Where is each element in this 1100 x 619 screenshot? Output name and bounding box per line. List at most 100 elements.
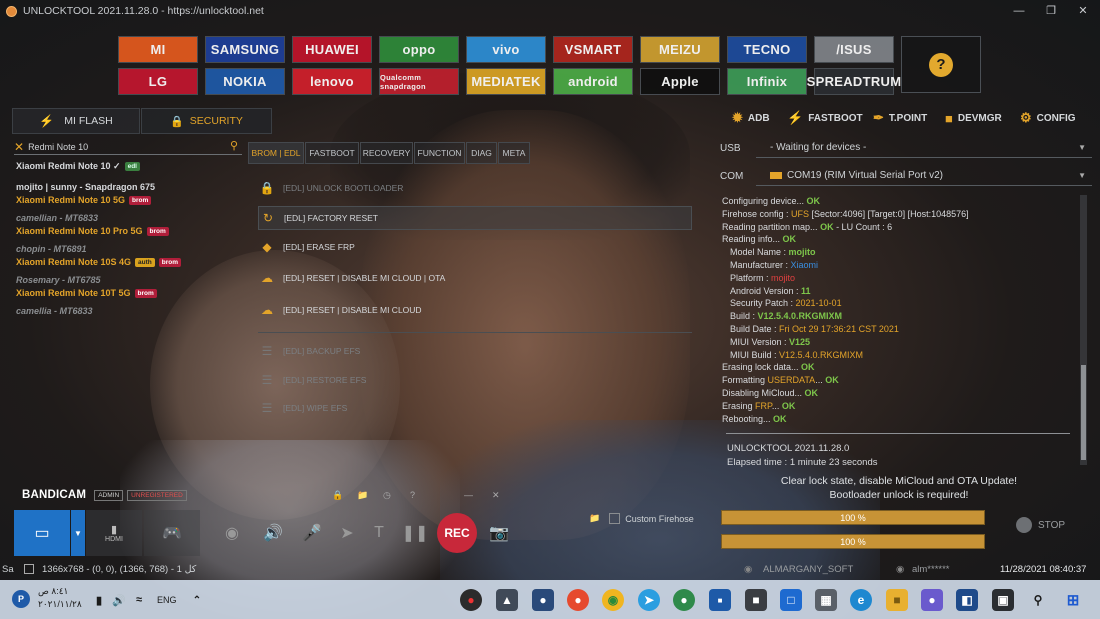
webcam-button[interactable]: ◉ [219, 510, 245, 556]
widgets-icon[interactable]: ◧ [956, 589, 978, 611]
tab-fastboot[interactable]: FASTBOOT [305, 142, 359, 164]
telegram-icon[interactable]: ➤ [638, 589, 660, 611]
chrome-icon[interactable]: ◉ [602, 589, 624, 611]
task-icon-5[interactable]: ■ [709, 589, 731, 611]
clear-icon[interactable]: ✕ [14, 140, 24, 154]
brand-button[interactable]: oppo [379, 36, 459, 63]
tool-config-button[interactable]: ⚙ CONFIG [1020, 108, 1076, 128]
device-name[interactable]: Rosemary - MT6785 [16, 275, 101, 285]
brand-button[interactable]: lenovo [292, 68, 372, 95]
maximize-button[interactable]: ❐ [1044, 4, 1058, 18]
lock-icon[interactable]: 🔒 [332, 490, 343, 501]
device-model[interactable]: Xiaomi Redmi Note 10S 4G auth brom [16, 257, 182, 268]
scroll-thumb[interactable] [1081, 365, 1086, 460]
task-icon-3[interactable]: ● [567, 589, 589, 611]
mode-dropdown[interactable]: ▼ [71, 510, 85, 556]
task-icon-1[interactable]: ▲ [496, 589, 518, 611]
function-button[interactable]: ☰ [EDL] RESTORE EFS [258, 368, 692, 392]
minimize-button[interactable]: — [1012, 4, 1026, 18]
function-button[interactable]: ☁ [EDL] RESET | DISABLE MI CLOUD [258, 298, 692, 322]
cursor-button[interactable]: ➤ [334, 510, 360, 556]
brand-button[interactable]: SPREADTRUM [807, 68, 901, 95]
rec-button[interactable]: REC [434, 510, 480, 556]
search-icon[interactable]: ⚲ [230, 139, 238, 152]
brand-button[interactable]: vivo [466, 36, 546, 63]
start-icon[interactable]: ⊞ [1062, 589, 1084, 611]
calculator-icon[interactable]: ▦ [815, 589, 837, 611]
brand-button[interactable]: MI [118, 36, 198, 63]
brand-button[interactable]: VSMART [553, 36, 633, 63]
function-button[interactable]: ☰ [EDL] BACKUP EFS [258, 339, 692, 363]
device-name[interactable]: mojito | sunny - Snapdragon 675 [16, 182, 155, 192]
file-explorer-icon[interactable]: ■ [886, 589, 908, 611]
folder-icon[interactable]: 📁 [357, 490, 368, 501]
screenshot-button[interactable]: 📷 [486, 510, 512, 556]
brand-button[interactable]: LG [118, 68, 198, 95]
volume-icon[interactable]: 🔊 [108, 589, 130, 611]
tool-adb-button[interactable]: ✹ ADB [732, 108, 770, 128]
stop-button[interactable]: STOP [1016, 517, 1065, 533]
tray-clock[interactable]: ٨:٤١ ص ٢٠٢١/١١/٢٨ [38, 585, 82, 611]
task-icon-4[interactable]: ● [673, 589, 695, 611]
speaker-button[interactable]: 🔊 [260, 510, 286, 556]
text-button[interactable]: T [366, 510, 392, 556]
tool-t-point-button[interactable]: ✒ T.POINT [873, 108, 927, 128]
teams-icon[interactable]: ● [921, 589, 943, 611]
device-search-input[interactable]: ✕ Redmi Note 10 ⚲ [14, 139, 242, 155]
task-icon-6[interactable]: ■ [745, 589, 767, 611]
help-icon[interactable]: ? [410, 490, 415, 500]
language-indicator[interactable]: ENG [157, 595, 177, 605]
device-name[interactable]: chopin - MT6891 [16, 244, 87, 254]
close-icon[interactable]: ✕ [492, 490, 500, 501]
brand-button[interactable]: /ISUS [814, 36, 894, 63]
close-button[interactable]: ✕ [1076, 4, 1090, 18]
usb-select[interactable]: - Waiting for devices - ▼ [756, 138, 1092, 158]
function-button[interactable]: ↻ [EDL] FACTORY RESET [258, 206, 692, 230]
function-button[interactable]: ☰ [EDL] WIPE EFS [258, 396, 692, 420]
tab-function[interactable]: FUNCTION [414, 142, 465, 164]
pause-button[interactable]: ❚❚ [402, 510, 429, 556]
brand-button[interactable]: android [553, 68, 633, 95]
chevron-up-icon[interactable]: ⌃ [186, 589, 208, 611]
tool-devmgr-button[interactable]: ■ DEVMGR [945, 108, 1002, 128]
edge-icon[interactable]: e [850, 589, 872, 611]
brand-button[interactable]: Apple [640, 68, 720, 95]
tool-fastboot-button[interactable]: ⚡ FASTBOOT [787, 108, 863, 128]
task-view-icon[interactable]: ▣ [992, 589, 1014, 611]
screen-mode-button[interactable]: ▭ [14, 510, 70, 556]
custom-firehose-checkbox[interactable] [609, 513, 621, 524]
tab-security[interactable]: 🔒 SECURITY [141, 108, 272, 134]
clock-icon[interactable]: ◷ [383, 490, 391, 501]
function-button[interactable]: ☁ [EDL] RESET | DISABLE MI CLOUD | OTA [258, 266, 692, 290]
mic-button[interactable]: 🎤 [299, 510, 325, 556]
folder-icon[interactable]: 📁 [589, 513, 600, 524]
task-icon-7[interactable]: □ [780, 589, 802, 611]
brand-button[interactable]: Qualcomm snapdragon [379, 68, 459, 95]
battery-icon[interactable]: ▮ [88, 589, 110, 611]
tab-diag[interactable]: DIAG [466, 142, 497, 164]
device-model[interactable]: Xiaomi Redmi Note 10 5G brom [16, 195, 152, 206]
device-model[interactable]: Xiaomi Redmi Note 10T 5G brom [16, 288, 157, 299]
brand-button[interactable]: MEIZU [640, 36, 720, 63]
function-button[interactable]: ◆ [EDL] ERASE FRP [258, 235, 692, 259]
tray-app-icon[interactable]: P [12, 590, 30, 608]
brand-button[interactable]: TECNO [727, 36, 807, 63]
brand-button[interactable]: NOKIA [205, 68, 285, 95]
hdmi-mode-button[interactable]: ▮ HDMI [86, 510, 142, 556]
search-icon[interactable]: ⚲ [1027, 589, 1049, 611]
brand-button[interactable]: Infinix [727, 68, 807, 95]
com-select[interactable]: COM19 (RIM Virtual Serial Port v2) ▼ [756, 166, 1092, 186]
device-model[interactable]: Xiaomi Redmi Note 10 Pro 5G brom [16, 226, 169, 237]
task-icon-2[interactable]: ● [532, 589, 554, 611]
brand-button[interactable]: HUAWEI [292, 36, 372, 63]
device-name[interactable]: camellian - MT6833 [16, 213, 98, 223]
bandicam-task-icon[interactable]: ● [460, 589, 482, 611]
tab-mi-flash[interactable]: ⚡ MI FLASH [12, 108, 140, 134]
tab-recovery[interactable]: RECOVERY [360, 142, 413, 164]
device-name[interactable]: camellia - MT6833 [16, 306, 93, 316]
minimize-icon[interactable]: — [464, 490, 473, 500]
log-scrollbar[interactable] [1080, 195, 1087, 465]
tab-meta[interactable]: META [498, 142, 530, 164]
device-name[interactable]: Xiaomi Redmi Note 10 ✓ edl [16, 161, 140, 172]
brand-button[interactable]: MEDIATEK [466, 68, 546, 95]
